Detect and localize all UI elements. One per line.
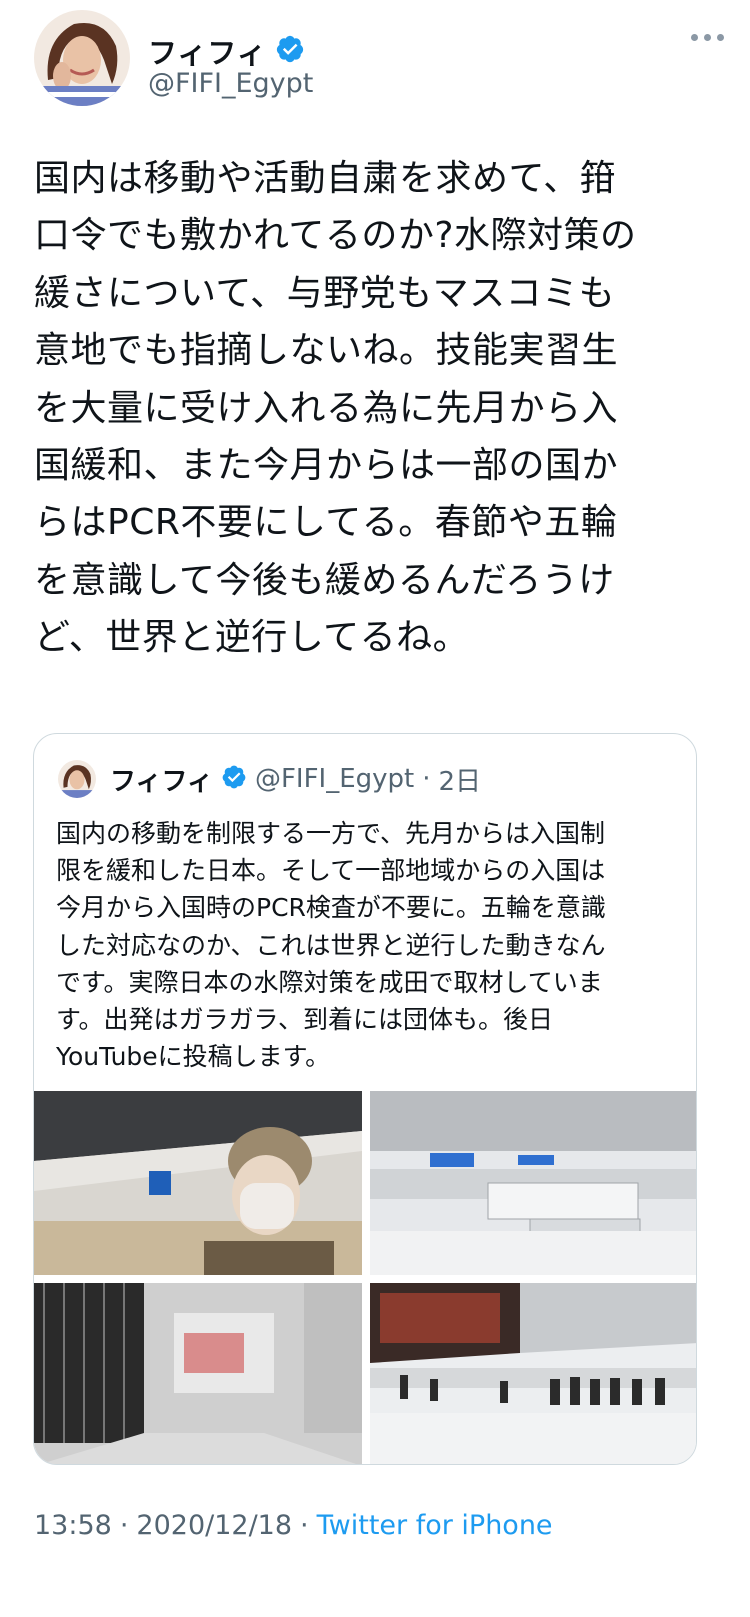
author-name-row[interactable]: フィフィ <box>148 30 305 72</box>
meta-separator: · <box>119 1510 129 1541</box>
meta-separator: · <box>300 1510 309 1541</box>
author-display-name[interactable]: フィフィ <box>148 30 267 72</box>
quoted-line: 国内の移動を制限する一方で、先月からは入国制 <box>56 819 606 848</box>
tweet-meta: 13:58 · 2020/12/18 · Twitter for iPhone <box>34 1510 553 1541</box>
quoted-tweet-card[interactable]: フィフィ @FIFI_Egypt · 2日 国内の移動を制限する一方で、先月からは入… <box>33 733 697 1465</box>
arrival-hall-photo[interactable] <box>370 1283 696 1464</box>
tweet-line: 意地でも指摘しないね。技能実習生 <box>34 330 619 372</box>
quoted-tweet-text: 国内の移動を制限する一方で、先月からは入国制 限を緩和した日本。そして一部地域か… <box>56 815 686 1075</box>
tweet-header: フィフィ @FIFI_Egypt <box>34 10 724 110</box>
author-handle[interactable]: @FIFI_Egypt <box>148 68 313 99</box>
quoted-avatar <box>58 760 96 798</box>
closed-shops-corridor-photo[interactable] <box>34 1283 362 1464</box>
media-grid <box>34 1091 696 1464</box>
quoted-line: 今月から入国時のPCR検査が不要に。五輪を意識 <box>56 893 606 923</box>
avatar[interactable] <box>34 10 130 106</box>
tweet-time: 13:58 <box>34 1510 112 1541</box>
quoted-handle: @FIFI_Egypt <box>254 764 415 794</box>
quoted-line: です。実際日本の水際対策を成田で取材していま <box>56 967 603 997</box>
quoted-separator: · <box>422 764 431 794</box>
tweet-text: 国内は移動や活動自粛を求めて、箝 口令でも敷かれてるのか?水際対策の 緩さについ… <box>34 150 714 667</box>
tweet-source-link[interactable]: Twitter for iPhone <box>317 1510 553 1541</box>
tweet-line: 口令でも敷かれてるのか?水際対策の <box>34 215 637 257</box>
tweet-line: 国内は移動や活動自粛を求めて、箝 <box>34 158 617 199</box>
more-options-icon[interactable] <box>691 34 724 41</box>
airport-selfie-photo[interactable] <box>34 1091 362 1275</box>
quoted-line: YouTubeに投稿します。 <box>56 1042 331 1072</box>
tweet-line: 国緩和、また今月からは一部の国か <box>34 445 619 487</box>
quoted-display-name: フィフィ <box>110 766 213 797</box>
quoted-line: 限を緩和した日本。そして一部地域からの入国は <box>56 856 606 886</box>
tweet-date: 2020/12/18 <box>136 1510 293 1541</box>
verified-badge-icon <box>221 764 247 794</box>
quoted-line: した対応なのか、これは世界と逆行した動きなん <box>56 930 606 960</box>
tweet-line: ど、世界と逆行してるね。 <box>34 617 470 659</box>
quoted-age: 2日 <box>438 766 482 797</box>
quoted-line: す。出発はガラガラ、到着には団体も。後日 <box>56 1005 554 1035</box>
quoted-tweet-header: フィフィ @FIFI_Egypt · 2日 <box>58 760 481 798</box>
tweet-line: を大量に受け入れる為に先月から入 <box>34 387 619 429</box>
verified-badge-icon <box>275 34 305 68</box>
tweet-line: らはPCR不要にしてる。春節や五輪 <box>34 502 618 544</box>
tweet-line: を意識して今後も緩めるんだろうけ <box>34 559 615 601</box>
tweet-line: 緩さについて、与野党もマスコミも <box>34 272 616 314</box>
departure-hall-photo[interactable] <box>370 1091 696 1275</box>
